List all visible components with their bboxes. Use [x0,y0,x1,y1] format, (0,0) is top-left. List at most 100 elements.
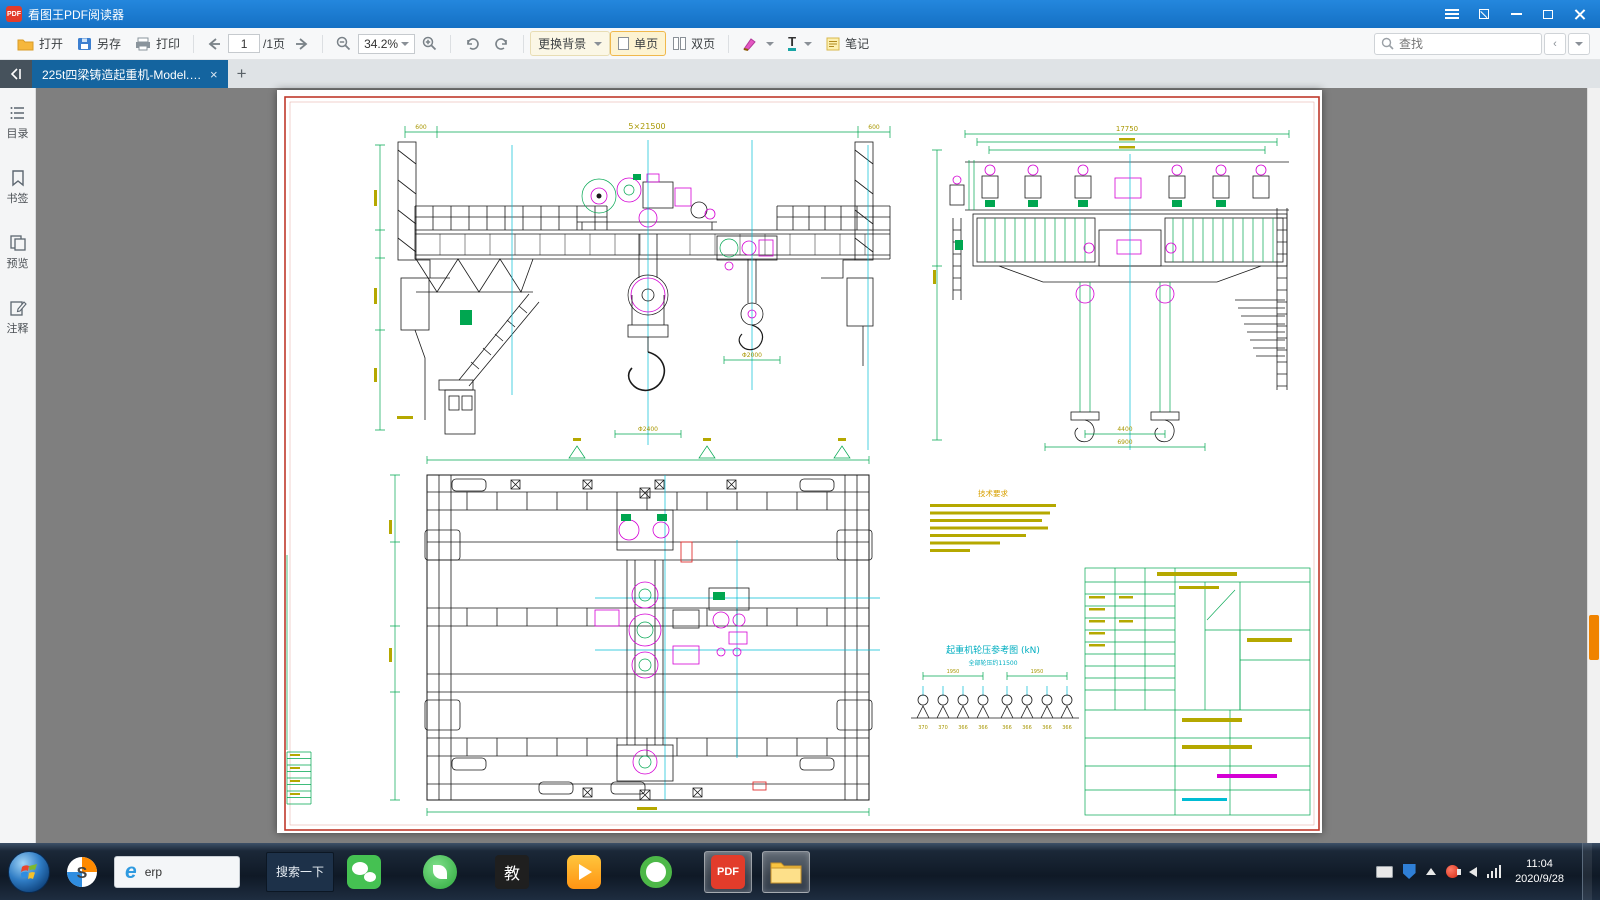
zoom-level-dropdown[interactable]: 34.2% [358,34,415,54]
sogou-browser-button[interactable]: S [58,851,106,893]
double-page-button[interactable]: 双页 [666,32,722,55]
document-tab[interactable]: 225t四梁铸造起重机-Model.pd × [32,60,228,88]
prev-page-button[interactable] [200,34,228,54]
toolbar: 打开 另存 打印 /1页 34.2% [0,28,1600,60]
windows-flag-icon [19,862,39,882]
separator [523,35,524,53]
svg-text:全部轮压约11500: 全部轮压约11500 [968,659,1017,667]
close-icon [1574,8,1586,20]
volume-icon[interactable] [1469,867,1477,877]
tab-close-icon[interactable]: × [210,67,218,82]
printer-icon [135,37,151,51]
taskbar-search-button[interactable]: 搜索一下 [266,852,334,892]
internet-explorer-icon: e [125,862,137,882]
file-explorer-button[interactable] [762,851,810,893]
redo-icon [494,37,510,51]
save-as-button[interactable]: 另存 [70,32,128,55]
fullscreen-button[interactable] [1470,3,1498,25]
security-shield-icon[interactable] [1403,864,1416,879]
zoom-in-button[interactable] [415,33,444,54]
highlighter-tool-button[interactable] [735,34,781,54]
scrollbar-thumb[interactable] [1589,615,1599,660]
next-page-button[interactable] [288,34,316,54]
search-input[interactable] [1399,37,1535,51]
text-tool-button[interactable]: T [781,33,819,54]
hamburger-icon [1445,13,1459,15]
menu-button[interactable] [1438,3,1466,25]
clock-time: 11:04 [1515,857,1564,871]
ie-erp-button[interactable]: e erp [114,856,240,888]
app-jiao-button[interactable]: 教 [488,851,536,893]
svg-text:366: 366 [1002,725,1012,731]
show-desktop-button[interactable] [1582,843,1592,900]
sidebar-item-annotations[interactable]: 注释 [7,299,29,336]
left-sidebar: 目录 书签 预览 注释 [0,88,36,843]
svg-text:5×21500: 5×21500 [628,122,665,131]
search-options-button[interactable] [1568,33,1590,55]
change-background-dropdown[interactable]: 更换背景 [530,31,610,56]
chevron-down-icon [594,42,602,46]
pdf-page[interactable]: 5×21500 600 600 [277,90,1322,833]
page-number-input[interactable] [228,34,260,53]
media-player-button[interactable] [560,851,608,893]
maximize-button[interactable] [1534,3,1562,25]
vertical-scrollbar[interactable] [1587,88,1600,843]
svg-text:370: 370 [938,725,948,731]
network-icon[interactable] [1487,865,1502,878]
chevron-down-icon [766,42,774,46]
separator [193,35,194,53]
app-leaf-button[interactable] [416,851,464,893]
svg-text:Φ2000: Φ2000 [742,352,762,359]
pdf-app-icon: PDF [711,855,745,889]
tab-title: 225t四梁铸造起重机-Model.pd [42,66,202,83]
app-title: 看图王PDF阅读器 [28,6,124,23]
single-page-icon [618,37,629,50]
sidebar-item-bookmarks[interactable]: 书签 [7,169,29,206]
clock-date: 2020/9/28 [1515,872,1564,886]
sidebar-item-toc[interactable]: 目录 [7,104,29,141]
redo-button[interactable] [487,34,517,54]
taskbar-clock[interactable]: 11:04 2020/9/28 [1515,857,1564,886]
input-method-icon[interactable] [1376,866,1393,878]
svg-text:366: 366 [1022,725,1032,731]
start-button[interactable] [8,851,50,893]
document-viewport[interactable]: 5×21500 600 600 [36,88,1587,843]
double-page-icon [673,37,686,50]
separator [322,35,323,53]
arrow-left-icon [207,37,221,51]
undo-button[interactable] [457,34,487,54]
notes-button[interactable]: 笔记 [819,32,876,55]
print-button[interactable]: 打印 [128,32,187,55]
browser-ring-button[interactable] [632,851,680,893]
minimize-button[interactable] [1502,3,1530,25]
highlighter-icon [742,37,758,51]
single-page-button[interactable]: 单页 [610,31,666,56]
collapse-sidebar-button[interactable] [0,60,32,88]
pdf-reader-taskbar-button[interactable]: PDF [704,851,752,893]
separator [450,35,451,53]
search-prev-button[interactable]: ‹ [1544,33,1566,55]
svg-text:S: S [77,865,88,882]
tray-expand-icon[interactable] [1426,868,1436,875]
text-tool-icon: T [788,36,796,51]
svg-text:370: 370 [918,725,928,731]
wechat-button[interactable] [340,851,388,893]
new-tab-button[interactable]: + [228,60,256,88]
svg-text:600: 600 [415,124,427,131]
ie-window-label: erp [145,865,162,879]
fullscreen-icon [1479,9,1489,19]
undo-icon [464,37,480,51]
taskbar: S e erp 搜索一下 教 PDF [0,843,1600,900]
svg-text:1950: 1950 [1031,669,1044,675]
zoom-level-value: 34.2% [364,37,398,51]
section-markers [569,438,850,458]
open-button[interactable]: 打开 [10,32,70,55]
svg-text:17750: 17750 [1116,125,1138,133]
close-button[interactable] [1566,3,1594,25]
plan-view [389,456,880,816]
pdf-reader-window: PDF 看图王PDF阅读器 打开 另存 打印 /1页 [0,0,1600,900]
sidebar-item-preview[interactable]: 预览 [7,234,29,271]
zoom-out-button[interactable] [329,33,358,54]
search-box[interactable] [1374,33,1542,55]
maximize-icon [1543,10,1553,19]
